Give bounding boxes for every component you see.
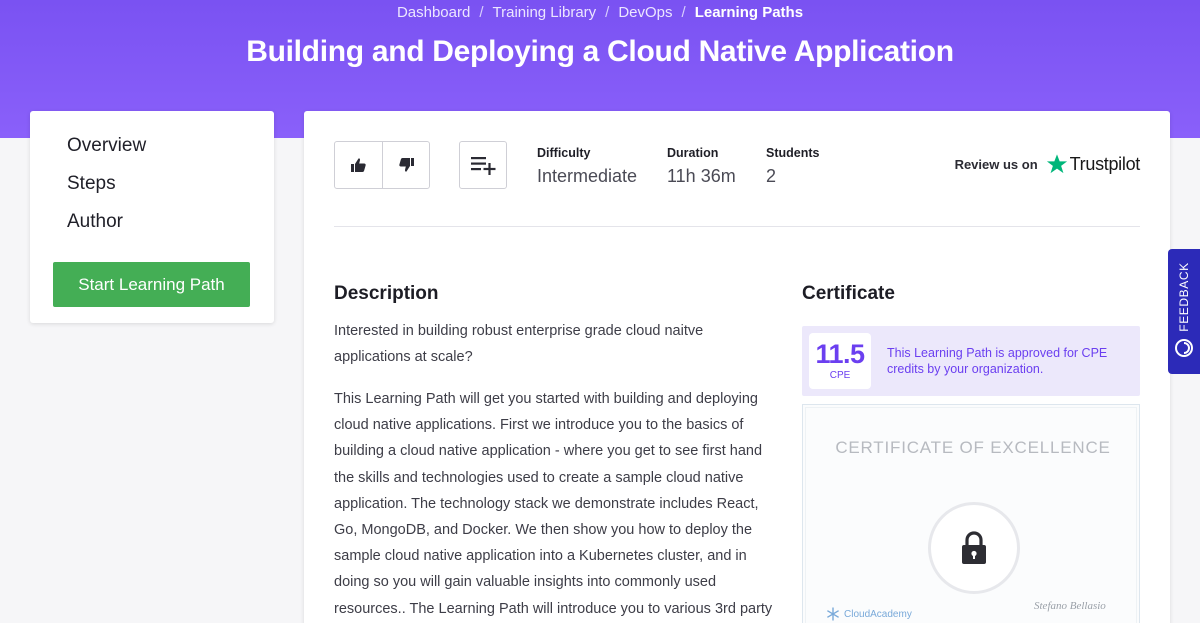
certificate-brand: CloudAcademy: [826, 607, 912, 621]
difficulty-value: Intermediate: [537, 166, 638, 186]
divider: [334, 226, 1140, 227]
feedback-icon: [1175, 339, 1193, 357]
certificate-preview: CERTIFICATE OF EXCELLENCE CloudAcademy S…: [802, 404, 1140, 623]
thumbs-down-button[interactable]: [382, 142, 429, 188]
sidebar-item-author[interactable]: Author: [30, 210, 274, 248]
students-value: 2: [766, 166, 777, 186]
breadcrumb: Dashboard / Training Library / DevOps / Learni…: [0, 4, 1200, 21]
sidebar-item-steps[interactable]: Steps: [30, 172, 274, 210]
breadcrumb-separator: /: [479, 4, 484, 21]
duration-label: Duration: [667, 146, 719, 160]
feedback-tab[interactable]: FEEDBACK: [1168, 249, 1200, 374]
thumbs-up-button[interactable]: [335, 142, 382, 188]
trustpilot-star-icon: [1046, 154, 1067, 174]
breadcrumb-dashboard[interactable]: Dashboard: [397, 4, 470, 21]
trustpilot-logo-text: Trustpilot: [1069, 153, 1141, 174]
thumbs-up-icon: [351, 158, 366, 172]
duration-value: 11h 36m: [667, 166, 736, 186]
cpe-badge: 11.5 CPE: [809, 333, 871, 389]
cpe-credit-box: 11.5 CPE This Learning Path is approved …: [802, 326, 1140, 396]
breadcrumb-devops[interactable]: DevOps: [618, 4, 672, 21]
certificate-signature: Stefano Bellasio: [1034, 600, 1106, 612]
description-paragraph: Interested in building robust enterprise…: [334, 323, 704, 365]
breadcrumb-separator: /: [605, 4, 610, 21]
students-stat: Students 2: [766, 146, 819, 187]
breadcrumb-training-library[interactable]: Training Library: [493, 4, 597, 21]
sidebar-nav: Overview Steps Author: [30, 111, 274, 248]
trustpilot-review-link[interactable]: Review us on Trustpilot: [954, 153, 1141, 175]
sidebar-card: Overview Steps Author Start Learning Pat…: [30, 111, 274, 323]
feedback-label: FEEDBACK: [1177, 262, 1191, 332]
lock-icon: [962, 531, 986, 564]
certificate-frame: CERTIFICATE OF EXCELLENCE CloudAcademy S…: [805, 407, 1137, 623]
description-paragraph: This Learning Path will get you started …: [334, 391, 773, 617]
breadcrumb-learning-paths[interactable]: Learning Paths: [695, 4, 803, 21]
duration-stat: Duration 11h 36m: [667, 146, 736, 187]
snowflake-logo-icon: [827, 607, 839, 621]
certificate-heading: Certificate: [802, 283, 895, 304]
description-heading: Description: [334, 283, 439, 304]
add-to-playlist-button[interactable]: [459, 141, 507, 189]
start-learning-path-button[interactable]: Start Learning Path: [53, 262, 250, 307]
review-us-text: Review us on: [954, 156, 1038, 172]
difficulty-stat: Difficulty Intermediate: [537, 146, 637, 187]
playlist-add-icon: [471, 157, 496, 175]
cpe-unit: CPE: [829, 370, 851, 381]
page-title: Building and Deploying a Cloud Native Ap…: [246, 35, 954, 68]
thumbs-down-icon: [398, 158, 414, 172]
certificate-brand-name: CloudAcademy: [844, 608, 912, 620]
breadcrumb-separator: /: [681, 4, 686, 21]
students-label: Students: [766, 146, 820, 160]
vote-group: [334, 141, 430, 189]
difficulty-label: Difficulty: [537, 146, 591, 160]
main-card: Difficulty Intermediate Duration 11h 36m…: [304, 111, 1170, 623]
certificate-title: CERTIFICATE OF EXCELLENCE: [835, 438, 1111, 457]
certificate-lock: [928, 502, 1020, 594]
cpe-value: 11.5: [815, 339, 865, 369]
sidebar-item-overview[interactable]: Overview: [30, 134, 274, 172]
cpe-approval-text: This Learning Path is approved for CPE c…: [887, 346, 1108, 376]
